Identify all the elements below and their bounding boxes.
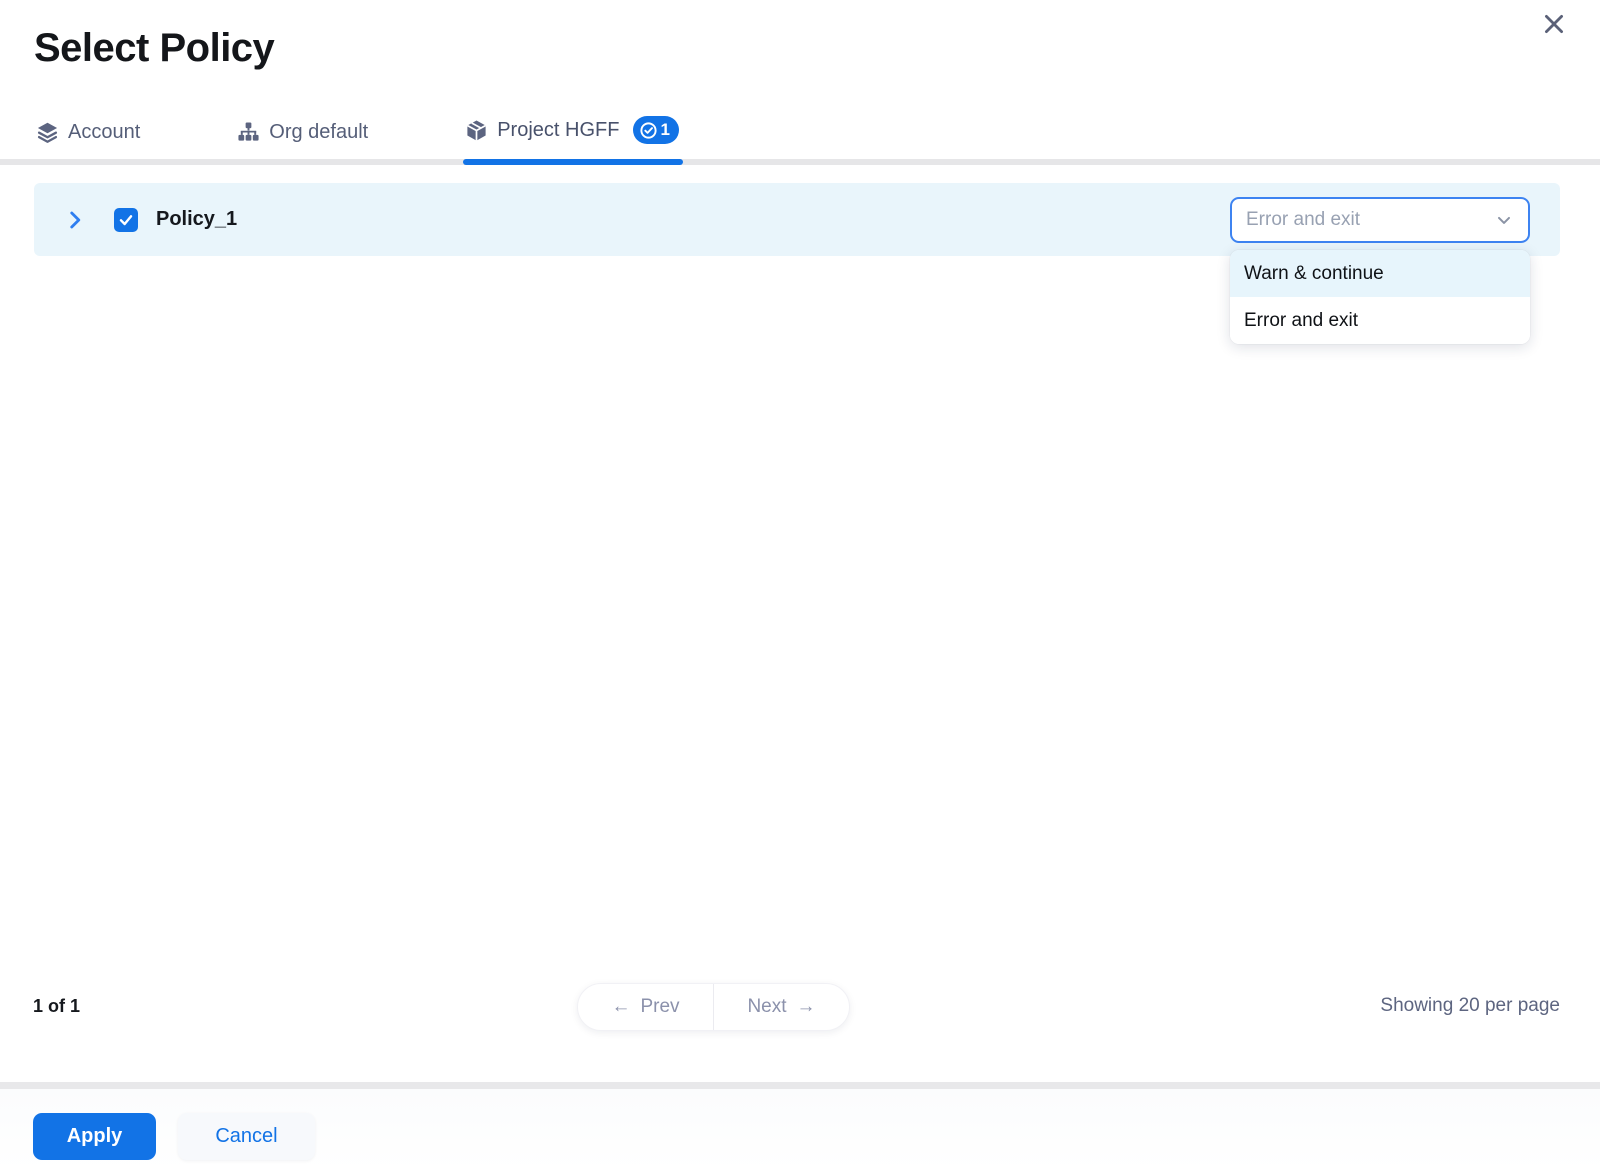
chevron-down-icon bbox=[1494, 210, 1514, 230]
action-dropdown-menu: Warn & continue Error and exit bbox=[1230, 250, 1530, 344]
tab-label: Org default bbox=[269, 121, 368, 144]
footer: Apply Cancel bbox=[0, 1089, 1600, 1171]
prev-button[interactable]: ← Prev bbox=[578, 984, 713, 1030]
pager: ← Prev Next → bbox=[577, 983, 850, 1031]
next-button[interactable]: Next → bbox=[714, 984, 849, 1030]
action-select-wrap: Error and exit Warn & continue Error and… bbox=[1230, 197, 1530, 243]
tab-project-hgff[interactable]: Project HGFF 1 bbox=[465, 104, 679, 159]
next-label: Next bbox=[747, 996, 786, 1018]
page-title: Select Policy bbox=[34, 26, 274, 71]
dropdown-option-error-exit[interactable]: Error and exit bbox=[1230, 297, 1530, 344]
check-circle-icon bbox=[639, 121, 658, 140]
apply-button[interactable]: Apply bbox=[33, 1113, 156, 1160]
policy-row: Policy_1 Error and exit Warn & continue … bbox=[34, 183, 1560, 256]
tab-account[interactable]: Account bbox=[36, 109, 140, 159]
arrow-left-icon: ← bbox=[611, 996, 630, 1018]
cancel-button[interactable]: Cancel bbox=[178, 1113, 315, 1160]
cube-icon bbox=[465, 119, 488, 142]
action-select-value: Error and exit bbox=[1246, 209, 1360, 231]
footer-divider bbox=[0, 1082, 1600, 1089]
arrow-right-icon: → bbox=[797, 996, 816, 1018]
per-page-indicator: Showing 20 per page bbox=[1380, 995, 1560, 1017]
action-select[interactable]: Error and exit bbox=[1230, 197, 1530, 243]
tab-label: Account bbox=[68, 121, 140, 144]
checkmark-icon bbox=[118, 212, 134, 228]
tab-org-default[interactable]: Org default bbox=[237, 109, 368, 159]
org-chart-icon bbox=[237, 121, 260, 144]
badge-count: 1 bbox=[660, 120, 669, 140]
policy-name: Policy_1 bbox=[156, 208, 237, 231]
dropdown-option-warn-continue[interactable]: Warn & continue bbox=[1230, 250, 1530, 297]
chevron-right-icon[interactable] bbox=[62, 207, 88, 233]
page-indicator: 1 of 1 bbox=[33, 996, 80, 1017]
layers-icon bbox=[36, 121, 59, 144]
close-icon[interactable] bbox=[1538, 8, 1570, 40]
tab-label: Project HGFF bbox=[497, 119, 619, 142]
tabs: Account Org default bbox=[0, 104, 1600, 165]
select-policy-modal: Select Policy Account bbox=[0, 0, 1600, 1171]
prev-label: Prev bbox=[640, 996, 679, 1018]
policy-checkbox[interactable] bbox=[114, 208, 138, 232]
selected-count-badge: 1 bbox=[633, 116, 678, 144]
